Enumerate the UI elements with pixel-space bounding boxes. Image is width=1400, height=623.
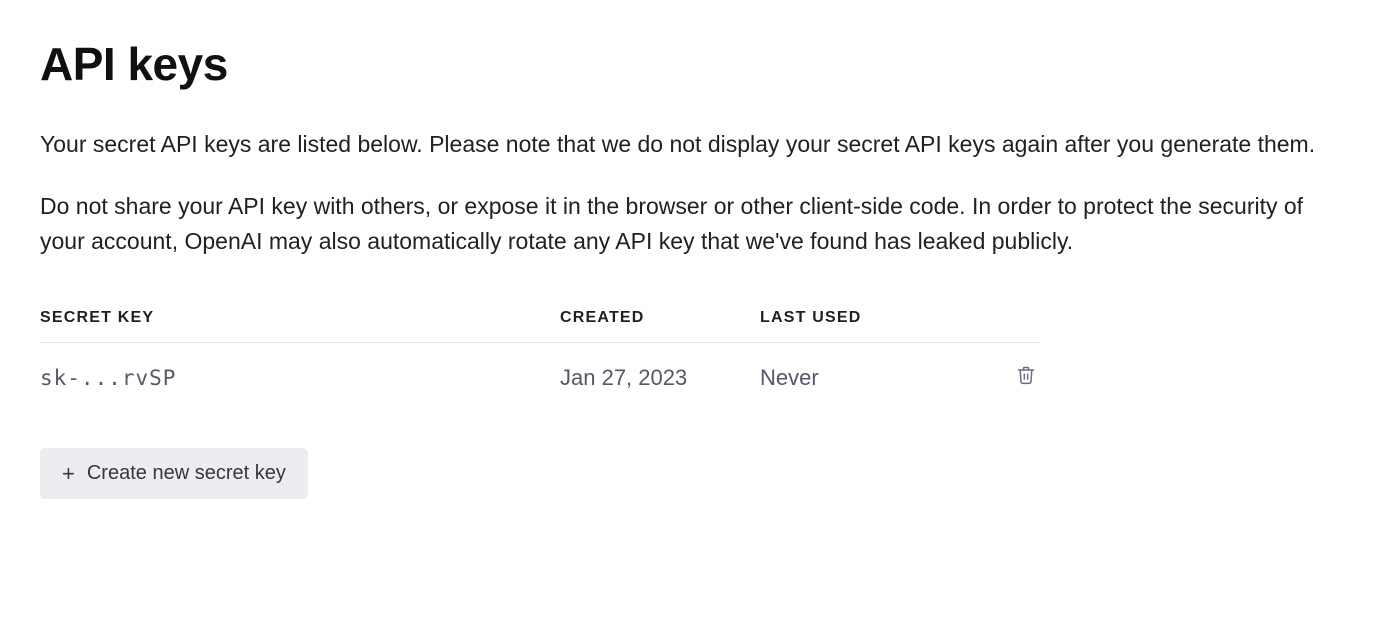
key-value: sk-...rvSP xyxy=(40,366,176,390)
create-button-label: Create new secret key xyxy=(87,462,286,485)
create-new-key-button[interactable]: + Create new secret key xyxy=(40,448,308,499)
header-last-used: LAST USED xyxy=(760,296,980,343)
header-created: CREATED xyxy=(560,296,760,343)
page-title: API keys xyxy=(40,30,1360,99)
description-1: Your secret API keys are listed below. P… xyxy=(40,127,1340,163)
description-2: Do not share your API key with others, o… xyxy=(40,189,1340,260)
header-secret-key: SECRET KEY xyxy=(40,296,560,343)
api-keys-table: SECRET KEY CREATED LAST USED sk-...rvSP … xyxy=(40,296,1040,413)
trash-icon xyxy=(1016,365,1036,388)
plus-icon: + xyxy=(62,463,75,485)
header-actions xyxy=(980,296,1040,343)
key-last-used: Never xyxy=(760,342,980,412)
table-row: sk-...rvSP Jan 27, 2023 Never xyxy=(40,342,1040,412)
key-created: Jan 27, 2023 xyxy=(560,342,760,412)
delete-key-button[interactable] xyxy=(1012,361,1040,392)
